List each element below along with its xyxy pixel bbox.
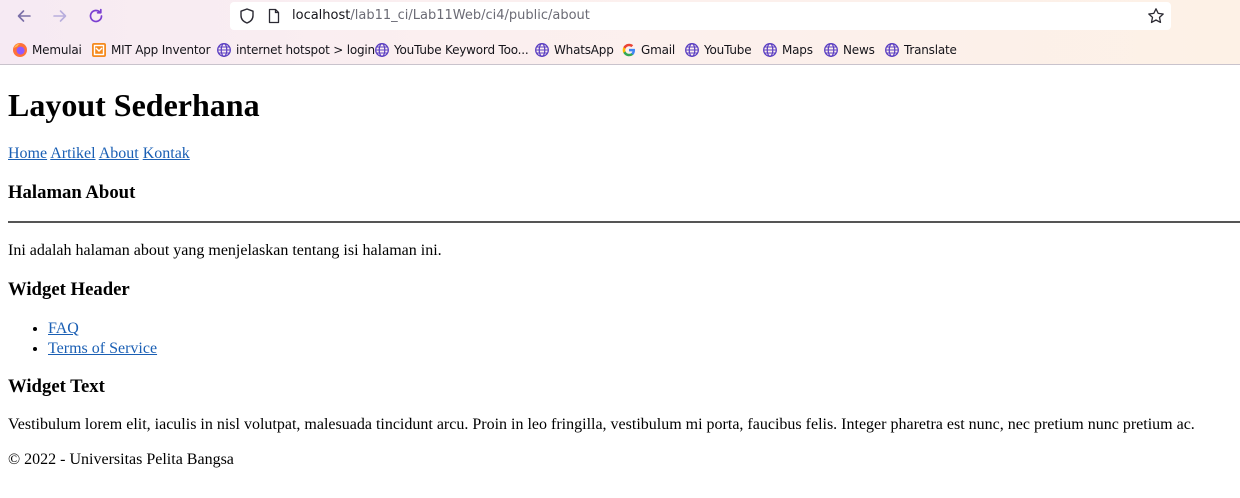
bookmarks-bar: Memulai MIT App Inventor internet hotspo… — [0, 40, 1240, 60]
bookmark-label: MIT App Inventor — [111, 43, 211, 57]
page-info-icon[interactable] — [266, 8, 282, 24]
bookmark-gmail[interactable]: Gmail — [621, 40, 675, 60]
nav-link-kontak[interactable]: Kontak — [143, 145, 190, 162]
list-item: FAQ — [48, 319, 157, 339]
globe-icon — [374, 42, 390, 58]
terms-of-service-link[interactable]: Terms of Service — [48, 340, 157, 357]
bookmark-label: News — [843, 43, 875, 57]
bookmark-internet-hotspot[interactable]: internet hotspot > login — [216, 40, 375, 60]
back-arrow-icon — [17, 10, 31, 22]
widget-text-body: Vestibulum lorem elit, iaculis in nisl v… — [8, 416, 1195, 433]
bookmark-label: YouTube Keyword Too... — [394, 43, 529, 57]
bookmark-maps[interactable]: Maps — [762, 40, 813, 60]
address-bar[interactable]: localhost/lab11_ci/Lab11Web/ci4/public/a… — [230, 2, 1171, 30]
bookmark-label: Translate — [904, 43, 957, 57]
forward-button[interactable] — [48, 6, 72, 26]
horizontal-rule — [8, 221, 1240, 223]
widget-header-title: Widget Header — [8, 279, 130, 300]
bookmark-label: WhatsApp — [554, 43, 614, 57]
bookmark-mit-app-inventor[interactable]: MIT App Inventor — [91, 40, 211, 60]
url-path: /lab11_ci/Lab11Web/ci4/public/about — [350, 8, 590, 23]
globe-icon — [534, 42, 550, 58]
url-host: localhost — [292, 8, 351, 23]
forward-arrow-icon — [53, 10, 67, 22]
bookmark-news[interactable]: News — [823, 40, 875, 60]
bookmark-translate[interactable]: Translate — [884, 40, 957, 60]
globe-icon — [684, 42, 700, 58]
reload-icon — [89, 8, 103, 23]
globe-icon — [216, 42, 232, 58]
firefox-icon — [12, 42, 28, 58]
bookmark-label: YouTube — [704, 43, 752, 57]
widget-header-links: FAQ Terms of Service — [8, 319, 157, 359]
bookmark-label: Memulai — [32, 43, 82, 57]
nav-link-artikel[interactable]: Artikel — [50, 145, 95, 162]
bookmark-whatsapp[interactable]: WhatsApp — [534, 40, 614, 60]
google-icon — [621, 42, 637, 58]
nav-link-home[interactable]: Home — [8, 145, 47, 162]
app-inventor-icon — [91, 42, 107, 58]
main-nav: Home Artikel About Kontak — [8, 145, 190, 163]
globe-icon — [884, 42, 900, 58]
bookmark-youtube[interactable]: YouTube — [684, 40, 752, 60]
bookmark-youtube-keyword[interactable]: YouTube Keyword Too... — [374, 40, 529, 60]
tracking-shield-icon[interactable] — [238, 7, 256, 25]
footer-copyright: © 2022 - Universitas Pelita Bangsa — [8, 451, 234, 468]
globe-icon — [762, 42, 778, 58]
bookmark-memulai[interactable]: Memulai — [12, 40, 82, 60]
back-button[interactable] — [12, 6, 36, 26]
nav-link-about[interactable]: About — [99, 145, 139, 162]
bookmark-star-icon[interactable] — [1147, 7, 1165, 25]
globe-icon — [823, 42, 839, 58]
bookmark-label: internet hotspot > login — [236, 43, 375, 57]
list-item: Terms of Service — [48, 339, 157, 359]
widget-text-title: Widget Text — [8, 376, 105, 397]
bookmark-label: Maps — [782, 43, 813, 57]
reload-button[interactable] — [84, 6, 108, 26]
section-title: Halaman About — [8, 182, 136, 203]
url-text: localhost/lab11_ci/Lab11Web/ci4/public/a… — [292, 8, 590, 23]
browser-toolbar: localhost/lab11_ci/Lab11Web/ci4/public/a… — [0, 0, 1240, 65]
faq-link[interactable]: FAQ — [48, 320, 79, 337]
page-title: Layout Sederhana — [8, 87, 260, 123]
bookmark-label: Gmail — [641, 43, 676, 57]
intro-paragraph: Ini adalah halaman about yang menjelaska… — [8, 242, 442, 259]
